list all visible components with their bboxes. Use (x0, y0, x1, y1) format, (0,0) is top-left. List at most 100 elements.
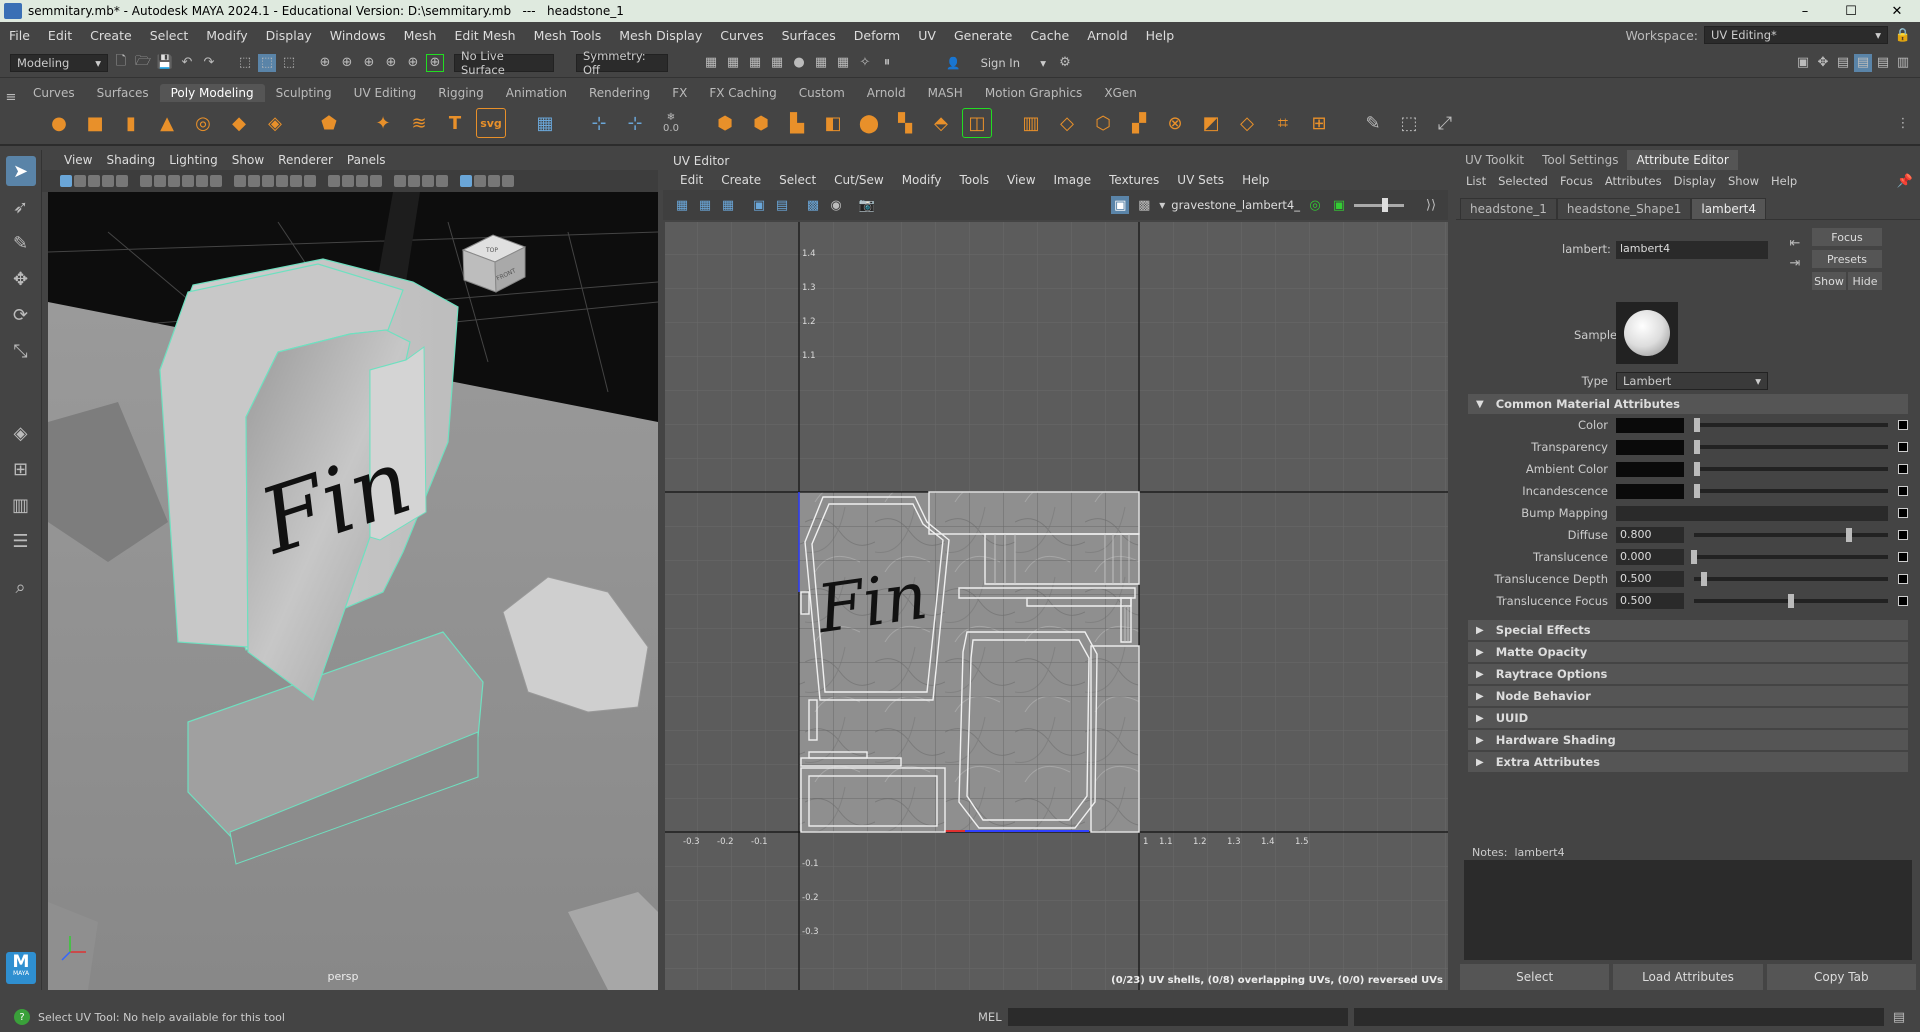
search-icon[interactable]: ⌕ (6, 572, 36, 602)
focus-button[interactable]: Focus (1812, 228, 1882, 246)
bevel-icon[interactable]: ⬡ (1088, 108, 1118, 138)
attr-value-field[interactable]: 0.500 (1616, 593, 1684, 609)
move-tool-icon[interactable]: ✥ (6, 264, 36, 294)
resolution-gate-icon[interactable] (210, 175, 222, 187)
select-hierarchy-icon[interactable]: ⬚ (236, 54, 254, 72)
section-extra-attributes[interactable]: ▶ Extra Attributes (1468, 752, 1908, 772)
copy-tab-button[interactable]: Copy Tab (1766, 964, 1916, 990)
render-settings-icon[interactable]: ▦ (768, 54, 786, 72)
snap-curve-icon[interactable]: ⊕ (338, 54, 356, 72)
open-scene-icon[interactable]: 🗁 (134, 54, 152, 72)
color-slider[interactable] (1694, 462, 1888, 476)
viewport-menu-view[interactable]: View (57, 153, 99, 167)
grid-toggle-icon[interactable] (182, 175, 194, 187)
poly-torus-icon[interactable]: ◎ (188, 108, 218, 138)
exposure-icon[interactable]: ▣ (1330, 196, 1348, 214)
expand-toolbar-icon[interactable]: ⟩⟩ (1422, 196, 1440, 214)
xray-joints-icon[interactable] (422, 175, 434, 187)
shelf-tab-xgen[interactable]: XGen (1093, 84, 1148, 102)
uv-edge-select-icon[interactable]: ▦ (696, 196, 714, 214)
map-button-icon[interactable] (1898, 530, 1908, 540)
close-button[interactable]: ✕ (1874, 4, 1920, 19)
color-slider[interactable] (1694, 484, 1888, 498)
light-editor-icon[interactable]: ✧ (856, 54, 874, 72)
color-management-icon[interactable]: ◎ (1306, 196, 1324, 214)
section-common-material-attributes[interactable]: ▼ Common Material Attributes (1468, 394, 1908, 414)
color-slider[interactable] (1694, 440, 1888, 454)
shelf-tab-arnold[interactable]: Arnold (856, 84, 917, 102)
menu-surfaces[interactable]: Surfaces (773, 28, 845, 43)
menu-select[interactable]: Select (141, 28, 198, 43)
character-controls-icon[interactable]: ✥ (1814, 54, 1832, 72)
super-shape-icon[interactable]: ✦ (368, 108, 398, 138)
save-scene-icon[interactable]: 💾 (156, 54, 174, 72)
snap-vertex-icon[interactable]: ⊕ (426, 53, 444, 72)
shelf-tab-fx-caching[interactable]: FX Caching (698, 84, 787, 102)
uv-menu-select[interactable]: Select (770, 173, 825, 187)
mirror-icon[interactable]: ◧ (818, 108, 848, 138)
attr-menu-attributes[interactable]: Attributes (1599, 174, 1668, 188)
film-gate-icon[interactable] (196, 175, 208, 187)
map-button-icon[interactable] (1898, 464, 1908, 474)
new-scene-icon[interactable]: 🗋 (112, 54, 130, 72)
xray-icon[interactable] (408, 175, 420, 187)
uv-menu-help[interactable]: Help (1233, 173, 1278, 187)
redo-icon[interactable]: ↷ (200, 54, 218, 72)
fill-hole-icon[interactable]: ▞ (1124, 108, 1154, 138)
menuset-dropdown[interactable]: Modeling ▾ (10, 53, 108, 72)
map-button-icon[interactable] (1898, 486, 1908, 496)
slider-handle[interactable] (1691, 550, 1697, 564)
outliner-toggle-icon[interactable]: ▥ (1894, 54, 1912, 72)
symmetry-dropdown[interactable]: Symmetry: Off (576, 49, 668, 77)
map-button-icon[interactable] (1898, 442, 1908, 452)
select-tool-icon[interactable]: ➤ (5, 156, 36, 186)
type-dropdown[interactable]: Lambert ▾ (1616, 372, 1768, 390)
attr-slider[interactable] (1694, 528, 1888, 542)
viewport-menu-renderer[interactable]: Renderer (271, 153, 340, 167)
extrude-icon[interactable]: ▥ (1016, 108, 1046, 138)
poly-sphere-icon[interactable]: ● (44, 108, 74, 138)
camera-attributes-icon[interactable] (74, 175, 86, 187)
perspective-viewport[interactable]: Fin TOP FRONT persp (48, 192, 658, 990)
snap-grid-icon[interactable]: ⊕ (316, 54, 334, 72)
viewport-menu-panels[interactable]: Panels (340, 153, 393, 167)
wedge-icon[interactable]: ◇ (1232, 108, 1262, 138)
menu-windows[interactable]: Windows (321, 28, 395, 43)
lock-icon[interactable]: 🔒 (1894, 26, 1912, 44)
output-connection-icon[interactable]: ⇥ (1786, 254, 1804, 272)
textured-icon[interactable] (276, 175, 288, 187)
attr-menu-display[interactable]: Display (1668, 174, 1722, 188)
select-object-icon[interactable]: ⬚ (258, 53, 276, 72)
mel-label[interactable]: MEL (978, 1010, 1002, 1024)
lasso-tool-icon[interactable]: ➶ (6, 192, 36, 222)
uv-shell-select-icon[interactable]: ▦ (673, 196, 691, 214)
menu-deform[interactable]: Deform (845, 28, 909, 43)
section-special-effects[interactable]: ▶ Special Effects (1468, 620, 1908, 640)
attr-slider[interactable] (1694, 572, 1888, 586)
render-sequence-icon[interactable]: ▦ (724, 54, 742, 72)
multisample-icon[interactable] (356, 175, 368, 187)
viewport-menu-lighting[interactable]: Lighting (162, 153, 225, 167)
rotate-tool-icon[interactable]: ⟳ (6, 300, 36, 330)
uv-canvas[interactable]: Fin -0.3 -0.2 -0.1 1 1.1 1.2 1.3 1.4 1.5… (665, 222, 1448, 990)
uv-snow-icon[interactable]: ❄ 0.0 (656, 108, 686, 138)
uv-display-grid-icon[interactable]: ▣ (750, 196, 768, 214)
menu-curves[interactable]: Curves (711, 28, 772, 43)
smooth-icon[interactable]: ⬤ (854, 108, 884, 138)
image-plane-icon[interactable] (102, 175, 114, 187)
shelf-tab-mash[interactable]: MASH (917, 84, 974, 102)
view-transform-icon[interactable] (116, 175, 128, 187)
scale-tool-icon[interactable]: ⤡ (6, 336, 36, 366)
checker-map-icon[interactable]: ▩ (1135, 196, 1153, 214)
snap-view-icon[interactable]: ⊕ (382, 54, 400, 72)
isolate-select-icon[interactable] (394, 175, 406, 187)
shelf-tab-poly-modeling[interactable]: Poly Modeling (159, 84, 265, 102)
exposure-slider[interactable] (1354, 197, 1404, 212)
color-swatch[interactable] (1616, 461, 1684, 477)
select-component-icon[interactable]: ⬚ (280, 54, 298, 72)
tab-uv-toolkit[interactable]: UV Toolkit (1456, 150, 1533, 170)
poly-disc-icon[interactable]: ◈ (260, 108, 290, 138)
smooth-shade-icon[interactable] (248, 175, 260, 187)
uv-menu-tools[interactable]: Tools (950, 173, 998, 187)
menu-cache[interactable]: Cache (1021, 28, 1078, 43)
